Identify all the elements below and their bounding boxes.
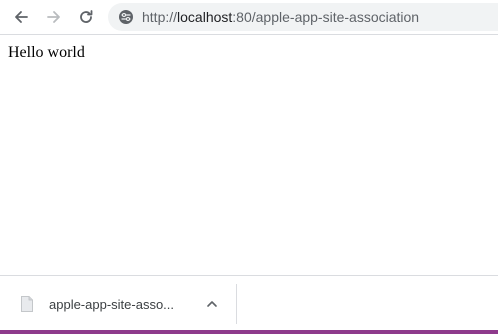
- page-content: Hello world: [0, 35, 498, 275]
- download-shelf: apple-app-site-asso...: [0, 275, 498, 331]
- page-body-text: Hello world: [8, 44, 85, 61]
- download-file-name: apple-app-site-asso...: [49, 297, 175, 312]
- window-bottom-edge: [0, 330, 498, 334]
- address-bar[interactable]: http://localhost:80/apple-app-site-assoc…: [108, 3, 498, 31]
- file-icon: [21, 296, 33, 312]
- download-item[interactable]: apple-app-site-asso...: [0, 276, 236, 331]
- arrow-right-icon: [47, 11, 60, 23]
- reload-icon: [80, 10, 93, 23]
- forward-button[interactable]: [43, 6, 65, 28]
- download-divider: [236, 284, 237, 324]
- back-button[interactable]: [10, 6, 32, 28]
- reload-button[interactable]: [75, 6, 97, 28]
- tune-icon: [119, 10, 133, 24]
- url-text[interactable]: http://localhost:80/apple-app-site-assoc…: [142, 8, 419, 26]
- arrow-left-icon: [15, 11, 28, 23]
- url-host: localhost: [177, 9, 233, 25]
- url-scheme: http://: [142, 9, 178, 25]
- site-info-button[interactable]: [118, 9, 134, 25]
- chevron-up-icon[interactable]: [205, 297, 219, 311]
- browser-toolbar: http://localhost:80/apple-app-site-assoc…: [0, 0, 498, 35]
- url-path: :80/apple-app-site-association: [232, 9, 420, 25]
